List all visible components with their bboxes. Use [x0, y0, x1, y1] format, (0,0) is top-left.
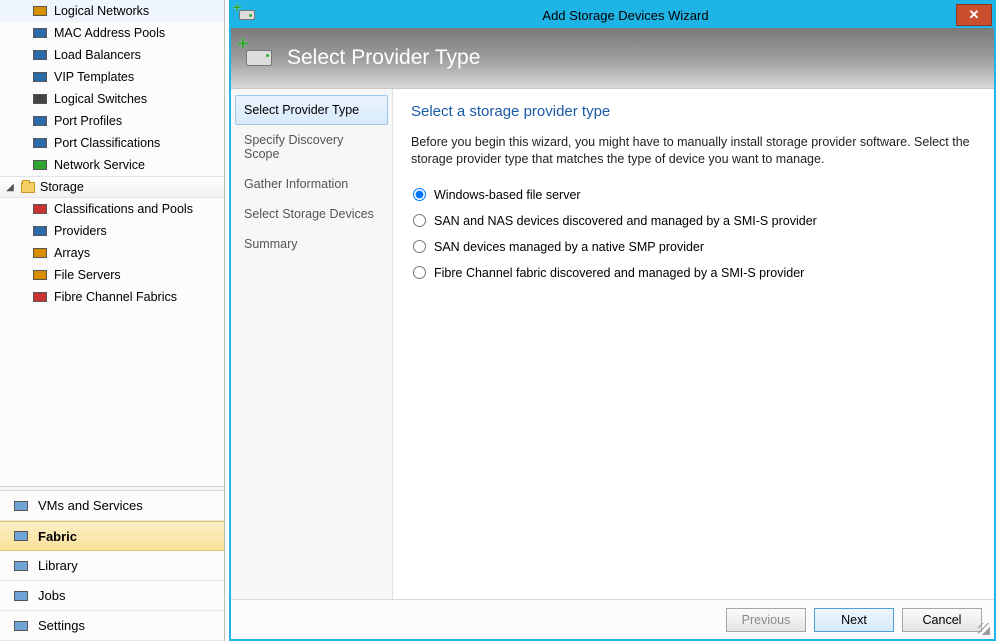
- tree-item-icon: [32, 157, 48, 173]
- tree-item-icon: [32, 135, 48, 151]
- wizard-window: + Add Storage Devices Wizard ✕ + Select …: [229, 0, 996, 641]
- tree-item[interactable]: Network Service: [0, 154, 224, 176]
- tree-item-icon: [32, 267, 48, 283]
- tree-item[interactable]: Fibre Channel Fabrics: [0, 286, 224, 308]
- previous-button[interactable]: Previous: [726, 608, 806, 632]
- tree-item[interactable]: Port Classifications: [0, 132, 224, 154]
- nav-bottom-label: Settings: [38, 618, 85, 633]
- tree-item-icon: [32, 91, 48, 107]
- wizard-steps: Select Provider TypeSpecify Discovery Sc…: [231, 89, 393, 599]
- radio-input[interactable]: [413, 214, 426, 227]
- tree-item-icon: [32, 223, 48, 239]
- nav-bottom-item[interactable]: Settings: [0, 611, 224, 641]
- tree-item-icon: [32, 245, 48, 261]
- app-root: Logical Networks MAC Address Pools Load Ba…: [0, 0, 996, 641]
- wizard-window-title: Add Storage Devices Wizard: [257, 8, 994, 23]
- radio-row: SAN and NAS devices discovered and manag…: [411, 208, 976, 234]
- tree-item-label: File Servers: [54, 268, 121, 282]
- wizard-step[interactable]: Select Provider Type: [235, 95, 388, 125]
- tree-item[interactable]: Logical Networks: [0, 0, 224, 22]
- radio-row: SAN devices managed by a native SMP prov…: [411, 234, 976, 260]
- nav-bottom-icon: [12, 527, 30, 545]
- nav-bottom-label: Library: [38, 558, 78, 573]
- tree-item[interactable]: Logical Switches: [0, 88, 224, 110]
- tree-item-label: Fibre Channel Fabrics: [54, 290, 177, 304]
- nav-bottom-item[interactable]: Jobs: [0, 581, 224, 611]
- content-heading: Select a storage provider type: [411, 103, 976, 120]
- tree-item[interactable]: Classifications and Pools: [0, 198, 224, 220]
- tree-item[interactable]: Providers: [0, 220, 224, 242]
- nav-bottom-icon: [12, 497, 30, 515]
- radio-row: Windows-based file server: [411, 182, 976, 208]
- radio-label[interactable]: Windows-based file server: [434, 188, 581, 202]
- tree-item-label: Port Profiles: [54, 114, 122, 128]
- cancel-button[interactable]: Cancel: [902, 608, 982, 632]
- content-intro: Before you begin this wizard, you might …: [411, 134, 976, 168]
- tree-item[interactable]: Arrays: [0, 242, 224, 264]
- tree-item[interactable]: File Servers: [0, 264, 224, 286]
- tree-item-label: MAC Address Pools: [54, 26, 165, 40]
- nav-tree: Logical Networks MAC Address Pools Load Ba…: [0, 0, 224, 486]
- wizard-footer: Previous Next Cancel: [231, 599, 994, 639]
- tree-item[interactable]: Port Profiles: [0, 110, 224, 132]
- tree-item-icon: [32, 113, 48, 129]
- wizard-titlebar[interactable]: + Add Storage Devices Wizard ✕: [231, 2, 994, 28]
- tree-item-label: Port Classifications: [54, 136, 160, 150]
- nav-bottom-icon: [12, 617, 30, 635]
- radio-label[interactable]: Fibre Channel fabric discovered and mana…: [434, 266, 804, 280]
- tree-header-label: Storage: [40, 180, 84, 194]
- nav-bottom-item[interactable]: Library: [0, 551, 224, 581]
- tree-item-label: Providers: [54, 224, 107, 238]
- radio-input[interactable]: [413, 266, 426, 279]
- tree-item-label: VIP Templates: [54, 70, 134, 84]
- nav-bottom-label: VMs and Services: [38, 498, 143, 513]
- nav-bottom: VMs and Services Fabric Library Jobs Setting…: [0, 490, 224, 641]
- tree-item-label: Network Service: [54, 158, 145, 172]
- wizard-step[interactable]: Summary: [235, 229, 388, 259]
- wizard-step[interactable]: Select Storage Devices: [235, 199, 388, 229]
- wizard-header-title: Select Provider Type: [287, 46, 480, 70]
- storage-folder-icon: [20, 179, 36, 195]
- wizard-body: Select Provider TypeSpecify Discovery Sc…: [231, 88, 994, 599]
- tree-item-icon: [32, 25, 48, 41]
- tree-item[interactable]: MAC Address Pools: [0, 22, 224, 44]
- close-icon: ✕: [969, 7, 980, 23]
- tree-item-label: Arrays: [54, 246, 90, 260]
- tree-item-icon: [32, 47, 48, 63]
- tree-header-storage[interactable]: ◢ Storage: [0, 176, 224, 198]
- wizard-header: + Select Provider Type: [231, 28, 994, 88]
- tree-item[interactable]: Load Balancers: [0, 44, 224, 66]
- nav-bottom-item[interactable]: Fabric: [0, 521, 224, 551]
- tree-item-label: Load Balancers: [54, 48, 141, 62]
- wizard-content: Select a storage provider type Before yo…: [393, 89, 994, 599]
- tree-item-label: Logical Switches: [54, 92, 147, 106]
- tree-item-icon: [32, 3, 48, 19]
- nav-bottom-label: Fabric: [38, 529, 77, 544]
- wizard-step[interactable]: Gather Information: [235, 169, 388, 199]
- radio-label[interactable]: SAN and NAS devices discovered and manag…: [434, 214, 817, 228]
- close-button[interactable]: ✕: [956, 4, 992, 26]
- nav-bottom-icon: [12, 557, 30, 575]
- nav-bottom-item[interactable]: VMs and Services: [0, 491, 224, 521]
- radio-label[interactable]: SAN devices managed by a native SMP prov…: [434, 240, 704, 254]
- radio-input[interactable]: [413, 240, 426, 253]
- tree-item-icon: [32, 201, 48, 217]
- nav-panel: Logical Networks MAC Address Pools Load Ba…: [0, 0, 225, 641]
- caret-icon: ◢: [4, 182, 16, 193]
- next-button[interactable]: Next: [814, 608, 894, 632]
- radio-row: Fibre Channel fabric discovered and mana…: [411, 260, 976, 286]
- wizard-title-icon: +: [237, 5, 257, 25]
- tree-item-label: Logical Networks: [54, 4, 149, 18]
- tree-item[interactable]: VIP Templates: [0, 66, 224, 88]
- wizard-header-icon: +: [243, 43, 275, 73]
- nav-bottom-label: Jobs: [38, 588, 65, 603]
- nav-bottom-icon: [12, 587, 30, 605]
- resize-grip[interactable]: [978, 623, 990, 635]
- radio-group: Windows-based file server SAN and NAS dev…: [411, 182, 976, 286]
- tree-item-icon: [32, 289, 48, 305]
- radio-input[interactable]: [413, 188, 426, 201]
- tree-item-icon: [32, 69, 48, 85]
- wizard-step[interactable]: Specify Discovery Scope: [235, 125, 388, 169]
- tree-item-label: Classifications and Pools: [54, 202, 193, 216]
